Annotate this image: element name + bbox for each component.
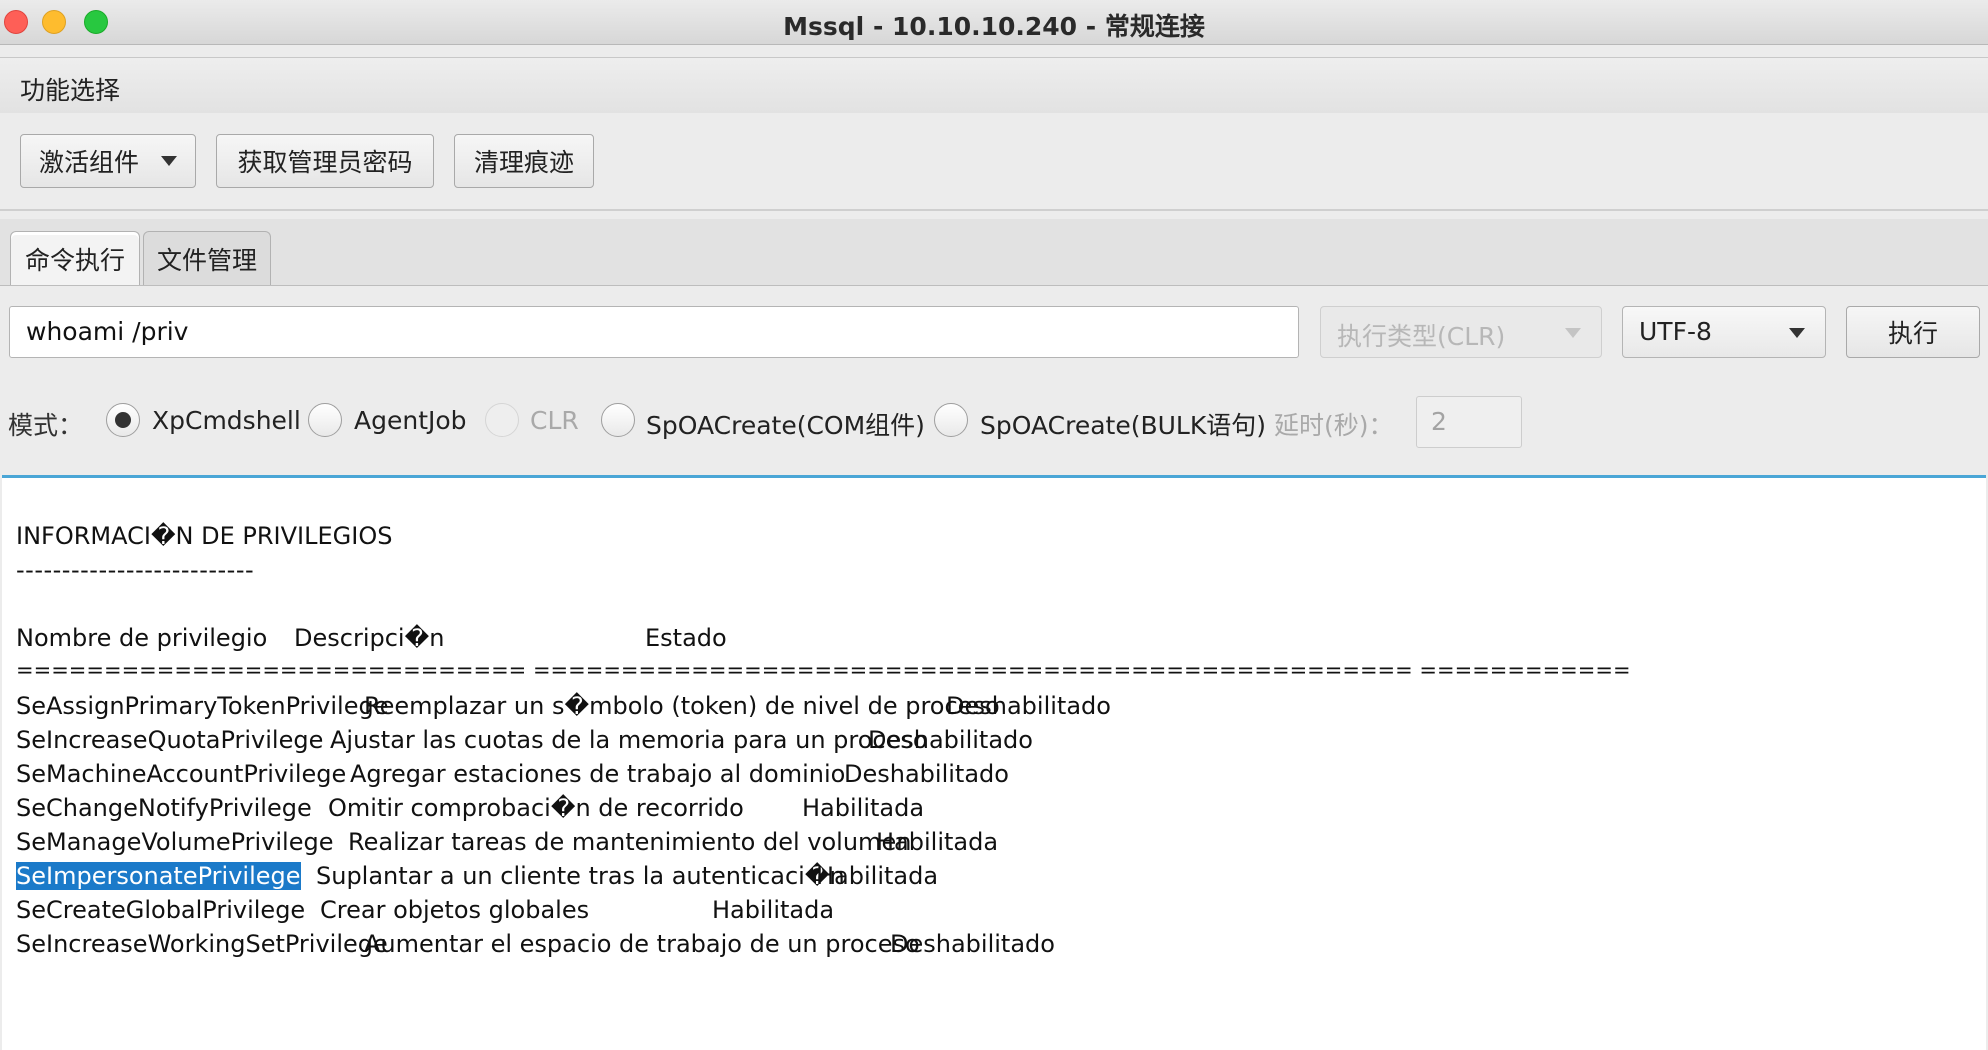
privilege-state: Habilitada [712,896,835,924]
privilege-description: Reemplazar un s�mbolo (token) de nivel d… [364,692,1000,720]
tab-bar: 命令执行 文件管理 [0,219,1988,286]
radio-spoacreate-bulk[interactable] [934,403,968,437]
clear-traces-button[interactable]: 清理痕迹 [454,134,594,188]
radio-label-clr: CLR [530,406,579,435]
header-state: Estado [645,624,727,652]
radio-spoacreate-com[interactable] [601,403,635,437]
activate-components-dropdown[interactable]: 激活组件 [20,134,196,188]
menu-bar: 功能选择 [0,57,1988,115]
tab-file-management[interactable]: 文件管理 [143,231,271,285]
privilege-state: Deshabilitado [868,726,1033,754]
title-bar: Mssql - 10.10.10.240 - 常规连接 [0,0,1988,45]
privilege-description: Crear objetos globales [320,896,590,924]
privilege-name: SeMachineAccountPrivilege [16,760,347,788]
menu-function-select[interactable]: 功能选择 [20,71,120,107]
exec-type-value: 执行类型(CLR) [1337,322,1506,351]
radio-label-spoacreate-bulk[interactable]: SpOACreate(BULK语句) [980,406,1266,442]
header-description: Descripci�n [294,624,445,652]
radio-label-agentjob[interactable]: AgentJob [354,406,467,435]
privilege-name: SeAssignPrimaryTokenPrivilege [16,692,389,720]
privilege-state: Habilitada [802,794,925,822]
privilege-state: Habilitada [816,862,939,890]
chevron-down-icon [1565,328,1581,338]
output-separator: ============================= ==========… [16,658,1631,682]
privilege-state: Deshabilitado [844,760,1009,788]
privilege-description: Omitir comprobaci�n de recorrido [328,794,744,822]
privilege-state: Deshabilitado [890,930,1055,958]
privilege-name: SeIncreaseQuotaPrivilege [16,726,324,754]
radio-label-xpcmdshell[interactable]: XpCmdshell [152,406,301,435]
radio-agentjob[interactable] [308,403,342,437]
privilege-description: Realizar tareas de mantenimiento del vol… [348,828,912,856]
exec-type-select[interactable]: 执行类型(CLR) [1320,306,1602,358]
delay-input[interactable]: 2 [1416,396,1522,448]
radio-label-spoacreate-com[interactable]: SpOACreate(COM组件) [646,406,925,442]
command-input[interactable]: whoami /priv [9,306,1299,358]
privilege-name: SeManageVolumePrivilege [16,828,334,856]
encoding-select[interactable]: UTF-8 [1622,306,1826,358]
window-title: Mssql - 10.10.10.240 - 常规连接 [783,12,1205,41]
selected-privilege-name[interactable]: SeImpersonatePrivilege [16,862,301,890]
radio-xpcmdshell[interactable] [106,403,140,437]
radio-clr[interactable] [485,403,519,437]
encoding-value: UTF-8 [1639,317,1712,346]
privilege-description: Suplantar a un cliente tras la autentica… [316,862,845,890]
privilege-description: Ajustar las cuotas de la memoria para un… [330,726,928,754]
privilege-name: SeChangeNotifyPrivilege [16,794,312,822]
privilege-state: Habilitada [876,828,999,856]
tab-command-execute[interactable]: 命令执行 [10,231,140,285]
header-name: Nombre de privilegio [16,624,268,652]
privilege-description: Agregar estaciones de trabajo al dominio [350,760,846,788]
activate-components-label: 激活组件 [38,148,139,177]
privilege-description: Aumentar el espacio de trabajo de un pro… [364,930,920,958]
privilege-state: Deshabilitado [946,692,1111,720]
chevron-down-icon [1789,328,1805,338]
privilege-name: SeIncreaseWorkingSetPrivilege [16,930,388,958]
mode-label: 模式： [8,411,84,440]
execute-button[interactable]: 执行 [1846,306,1980,358]
output-textarea[interactable]: INFORMACI�N DE PRIVILEGIOS -------------… [2,475,1986,1050]
output-title: INFORMACI�N DE PRIVILEGIOS [16,522,393,550]
toolbar: 激活组件 获取管理员密码 清理痕迹 [0,113,1988,211]
delay-label: 延时(秒)： [1274,411,1394,440]
privilege-name: SeCreateGlobalPrivilege [16,896,306,924]
get-admin-password-button[interactable]: 获取管理员密码 [216,134,434,188]
output-underline: -------------------------- [16,556,255,584]
chevron-down-icon [161,156,177,166]
